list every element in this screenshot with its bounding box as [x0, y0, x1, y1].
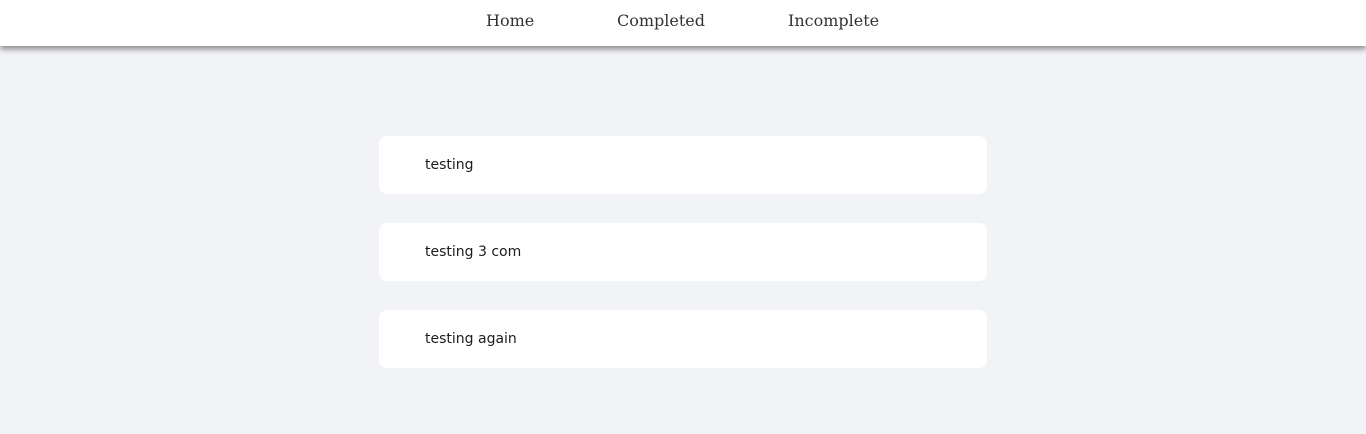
task-text: testing again	[425, 331, 517, 347]
task-list: testing testing 3 com testing again	[379, 136, 987, 397]
nav-link-completed[interactable]: Completed	[617, 11, 705, 31]
task-card[interactable]: testing	[379, 136, 987, 194]
task-card[interactable]: testing again	[379, 310, 987, 368]
task-text: testing	[425, 157, 474, 173]
nav-link-incomplete[interactable]: Incomplete	[788, 11, 879, 31]
top-navbar: Home Completed Incomplete	[0, 0, 1366, 46]
task-card[interactable]: testing 3 com	[379, 223, 987, 281]
task-text: testing 3 com	[425, 244, 522, 260]
nav-link-home[interactable]: Home	[486, 11, 534, 31]
